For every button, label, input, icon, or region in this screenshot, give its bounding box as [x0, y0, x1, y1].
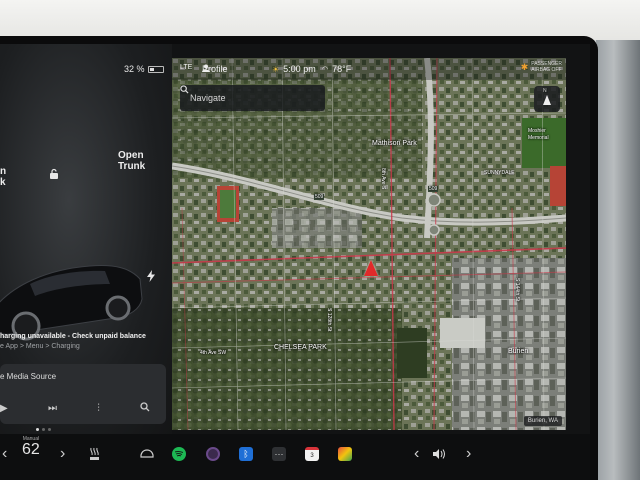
- compass-button[interactable]: N: [534, 86, 560, 112]
- chevron-left-icon[interactable]: ‹: [2, 445, 7, 462]
- charge-port-icon[interactable]: [146, 270, 156, 282]
- lte-indicator: LTE: [180, 64, 193, 71]
- next-track-icon[interactable]: ⏭: [48, 403, 57, 414]
- more-apps-icon[interactable]: ···: [272, 446, 286, 462]
- map-label-s-144th: S 144th St: [514, 278, 520, 302]
- calendar-icon[interactable]: 3: [305, 446, 319, 462]
- map-label-moshier: Moshier Memorial: [528, 128, 549, 141]
- search-icon[interactable]: [140, 402, 150, 415]
- map-label-hwy-509b: 509: [428, 186, 439, 192]
- speed-value: 62: [22, 441, 40, 458]
- bluetooth-icon[interactable]: ᛒ: [239, 446, 253, 462]
- frunk-label-bottom: k: [0, 177, 6, 188]
- play-icon[interactable]: ▶: [0, 403, 8, 414]
- map-label-sunnydale: SUNNYDALE: [484, 170, 515, 176]
- navigate-search-input[interactable]: Navigate: [180, 85, 325, 111]
- open-frunk-button[interactable]: n k: [0, 166, 6, 188]
- seat-heater-icon[interactable]: [88, 446, 100, 462]
- frunk-label-top: n: [0, 166, 7, 177]
- navigate-placeholder: Navigate: [190, 93, 226, 103]
- sun-icon: ☀: [272, 64, 280, 74]
- volume-chevron-right-icon[interactable]: ›: [466, 445, 471, 462]
- profile-button[interactable]: Profile: [202, 64, 228, 74]
- navigation-map[interactable]: LTE Profile ☀ 5:00 pm ◠ 78°F ✱ PASSENGER…: [172, 58, 566, 430]
- climate-speed[interactable]: Manual 62: [22, 436, 40, 458]
- spotify-icon[interactable]: [172, 446, 186, 462]
- media-page-indicator: [36, 428, 51, 431]
- dashboard-edge: [596, 40, 640, 480]
- map-label-chelsea-park: CHELSEA PARK: [274, 344, 327, 351]
- clock: ☀ 5:00 pm: [272, 64, 316, 74]
- current-location-icon: [364, 260, 378, 276]
- search-icon: [180, 85, 189, 94]
- outside-temperature: ◠ 78°F: [322, 64, 351, 74]
- map-label-hwy-509: 509: [314, 194, 325, 200]
- passenger-airbag-indicator: ✱ PASSENGER AIRBAG OFF: [521, 61, 562, 73]
- trunk-label-bottom: Trunk: [118, 161, 146, 172]
- bottom-dock: ‹ Manual 62 › ᛒ ··· 3 ‹ ›: [0, 434, 590, 480]
- clock-time: 5:00 pm: [283, 64, 316, 74]
- map-label-8th-ave: 8th Ave S: [380, 168, 386, 190]
- battery-indicator: 32 %: [124, 64, 164, 74]
- status-bar: LTE Profile ☀ 5:00 pm ◠ 78°F ✱ PASSENGER…: [172, 58, 566, 80]
- volume-chevron-left-icon[interactable]: ‹: [414, 445, 419, 462]
- map-label-mathison-park: Mathison Park: [372, 140, 417, 147]
- volume-icon[interactable]: [432, 446, 446, 462]
- lock-icon[interactable]: [48, 168, 60, 180]
- airbag-icon: ✱: [520, 62, 529, 72]
- compass-north-label: N: [543, 88, 547, 94]
- compass-arrow-icon: [543, 95, 551, 105]
- map-label-burien: Burien: [508, 348, 529, 355]
- media-controls: ▶ ⏭ ⫶: [0, 402, 160, 415]
- charging-alert: harging unavailable - Check unpaid balan…: [0, 332, 172, 352]
- map-label-s-128th: S 128th St: [326, 308, 332, 332]
- trunk-label-top: Open: [118, 150, 144, 161]
- chevron-right-icon[interactable]: ›: [60, 445, 65, 462]
- car-controls-icon[interactable]: [140, 446, 154, 462]
- touchscreen: 32 % n k Open Trunk harging unavailable …: [0, 44, 590, 480]
- map-label-4th-ave: 4th Ave SW: [200, 350, 227, 356]
- charging-alert-text: harging unavailable - Check unpaid balan…: [0, 333, 146, 340]
- profile-icon: [202, 64, 210, 72]
- satellite-map-layer: [172, 58, 566, 430]
- media-player-card[interactable]: e Media Source ▶ ⏭ ⫶: [0, 364, 166, 424]
- battery-icon: [147, 65, 164, 73]
- airbag-line-2: AIRBAG OFF: [531, 67, 562, 73]
- open-trunk-button[interactable]: Open Trunk: [118, 150, 145, 172]
- charging-alert-path: e App > Menu > Charging: [0, 343, 80, 350]
- equalizer-icon[interactable]: ⫶: [97, 403, 100, 414]
- camera-icon[interactable]: [206, 446, 220, 462]
- toybox-icon[interactable]: [338, 446, 352, 462]
- wifi-icon: ◠: [322, 66, 329, 73]
- media-source-label[interactable]: e Media Source: [0, 372, 56, 381]
- temperature-value: 78°F: [332, 64, 352, 74]
- battery-percent: 32 %: [124, 64, 145, 74]
- dashboard-top: [0, 0, 640, 40]
- calendar-day: 3: [305, 447, 319, 461]
- location-chip: Burien, WA: [523, 416, 562, 426]
